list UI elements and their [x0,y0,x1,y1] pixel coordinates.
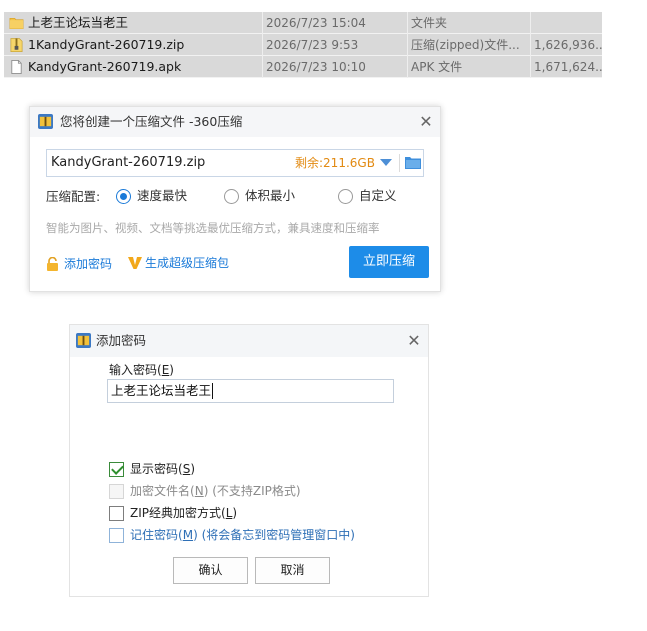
vip-v-icon [128,256,142,269]
file-type: APK 文件 [411,60,463,74]
360-zip-app-icon [76,333,91,348]
compress-config-label: 压缩配置: [46,189,101,204]
radio-label[interactable]: 速度最快 [137,188,187,204]
password-input-label: 输入密码(E) [109,363,174,377]
checkbox-box[interactable] [109,483,124,499]
password-dialog-titlebar[interactable]: 添加密码 ✕ [70,325,428,357]
file-type: 压缩(zipped)文件... [411,38,520,52]
chevron-down-icon[interactable] [380,159,392,166]
radio-custom[interactable]: 自定义 [338,188,397,204]
file-size: 1,671,624... [534,60,602,74]
super-package-link[interactable]: 生成超级压缩包 [128,254,229,271]
archive-name-field[interactable]: KandyGrant-260719.zip 剩余:211.6GB [46,149,424,177]
compress-now-button[interactable]: 立即压缩 [349,246,429,278]
divider [399,154,400,172]
remember-password-checkbox[interactable]: 记住密码(M) (将会备忘到密码管理窗口中) [109,527,355,543]
360-zip-app-icon [38,114,53,129]
file-type: 文件夹 [411,16,448,30]
super-package-label[interactable]: 生成超级压缩包 [145,254,229,271]
file-name: 上老王论坛当老王 [28,15,129,30]
close-icon[interactable]: ✕ [415,111,437,133]
free-space-label: 剩余:211.6GB [295,156,375,170]
password-value[interactable]: 上老王论坛当老王 [111,380,211,402]
password-dialog-title: 添加密码 [96,333,147,348]
compress-dialog-titlebar[interactable]: 您将创建一个压缩文件 -360压缩 ✕ [30,107,440,137]
file-date: 2026/7/23 10:10 [266,60,366,74]
radio-label[interactable]: 自定义 [359,188,397,204]
browse-folder-icon[interactable] [405,155,421,170]
column-divider[interactable] [262,12,263,78]
password-dialog: 添加密码 ✕ 输入密码(E) 上老王论坛当老王 显示密码(S) 加密文件名(N)… [69,324,429,597]
password-input[interactable]: 上老王论坛当老王 [107,379,394,403]
shortcut-key: E [161,363,170,377]
file-name: KandyGrant-260719.apk [28,59,182,74]
zip-classic-encryption-checkbox[interactable]: ZIP经典加密方式(L) [109,505,237,521]
file-list: 上老王论坛当老王 2026/7/23 15:04 文件夹 1KandyGrant… [4,12,602,78]
show-password-checkbox[interactable]: 显示密码(S) [109,461,195,477]
add-password-link[interactable]: 添加密码 [46,255,112,272]
file-name: 1KandyGrant-260719.zip [28,37,185,52]
compress-dialog-title: 您将创建一个压缩文件 -360压缩 [60,114,243,129]
archive-name-value[interactable]: KandyGrant-260719.zip [51,150,205,176]
radio-label[interactable]: 体积最小 [245,188,295,204]
checkbox-label[interactable]: 记住密码(M) (将会备忘到密码管理窗口中) [130,527,355,543]
encrypt-filename-checkbox[interactable]: 加密文件名(N) (不支持ZIP格式) [109,483,301,499]
column-divider[interactable] [530,12,531,78]
file-icon [11,60,22,74]
column-divider[interactable] [407,12,408,78]
add-password-label[interactable]: 添加密码 [64,255,112,272]
compress-dialog: 您将创建一个压缩文件 -360压缩 ✕ KandyGrant-260719.zi… [29,106,441,292]
checkbox-box[interactable] [109,527,124,543]
file-row-zip[interactable]: 1KandyGrant-260719.zip 2026/7/23 9:53 压缩… [4,34,602,56]
checkbox-label[interactable]: 显示密码(S) [130,461,195,477]
checkbox-label[interactable]: 加密文件名(N) (不支持ZIP格式) [130,483,301,499]
file-size: 1,626,936... [534,38,602,52]
radio-button[interactable] [338,188,353,204]
file-row-apk[interactable]: KandyGrant-260719.apk 2026/7/23 10:10 AP… [4,56,602,78]
cancel-button[interactable]: 取消 [255,557,330,584]
radio-fastest[interactable]: 速度最快 [116,188,187,204]
confirm-button[interactable]: 确认 [173,557,248,584]
folder-icon [9,17,24,29]
label-text: 输入密码 [109,363,158,377]
close-icon[interactable]: ✕ [403,330,425,352]
checkbox-box[interactable] [109,461,124,477]
text-caret [212,383,213,399]
radio-button[interactable] [116,188,131,204]
file-date: 2026/7/23 15:04 [266,16,366,30]
file-row-folder[interactable]: 上老王论坛当老王 2026/7/23 15:04 文件夹 [4,12,602,34]
file-date: 2026/7/23 9:53 [266,38,359,52]
zip-file-icon [10,38,23,52]
compress-hint: 智能为图片、视频、文档等挑选最优压缩方式，兼具速度和压缩率 [46,221,380,235]
checkbox-box[interactable] [109,505,124,521]
radio-button[interactable] [224,188,239,204]
checkbox-label[interactable]: ZIP经典加密方式(L) [130,505,237,521]
lock-icon [47,256,58,271]
radio-smallest[interactable]: 体积最小 [224,188,295,204]
